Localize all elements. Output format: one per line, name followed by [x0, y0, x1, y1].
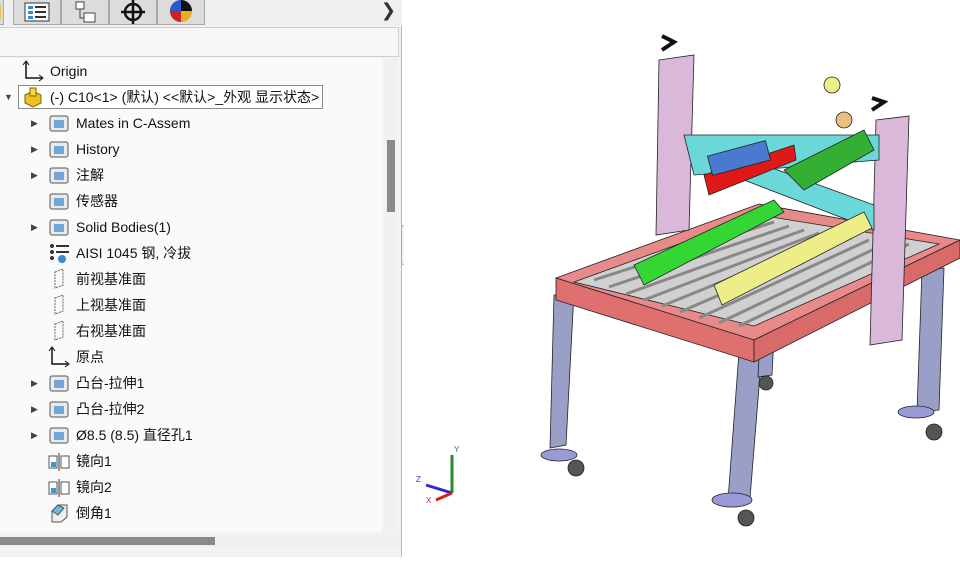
caster: [711, 492, 753, 508]
tree-filter-bar[interactable]: [0, 27, 399, 57]
history-icon: [48, 138, 70, 160]
tree-item-label: 前视基准面: [76, 271, 146, 287]
tree-item-label: History: [76, 141, 120, 157]
leg: [916, 267, 945, 413]
tree-item-label: Ø8.5 (8.5) 直径孔1: [76, 427, 193, 443]
triad-y-label: Y: [454, 445, 460, 454]
tree-item[interactable]: 镜向1: [48, 449, 112, 473]
caster: [540, 448, 578, 462]
plane-icon: [48, 320, 70, 342]
scrollbar-thumb[interactable]: [387, 140, 395, 212]
expand-arrow-icon[interactable]: ▶: [31, 222, 38, 233]
tree-item[interactable]: Origin: [22, 59, 87, 83]
manager-tabs: ❯: [0, 0, 402, 26]
tree-item[interactable]: 右视基准面: [48, 319, 146, 343]
tree-item[interactable]: ▶ Mates in C-Assem: [31, 111, 191, 135]
tree-item[interactable]: AISI 1045 钢, 冷拔: [48, 241, 191, 265]
graphics-viewport[interactable]: Y Z X: [404, 0, 960, 557]
sensors-icon: [48, 190, 70, 212]
solid-bodies-icon: [48, 216, 70, 238]
origin-icon: [22, 60, 44, 82]
expand-arrow-icon[interactable]: ▶: [31, 118, 38, 129]
expand-arrow-icon[interactable]: ▶: [31, 144, 38, 155]
horizontal-scrollbar[interactable]: [0, 535, 399, 547]
tree-item[interactable]: ▶ History: [31, 137, 120, 161]
collapse-arrow-icon[interactable]: ▼: [4, 92, 13, 102]
chamfer-icon: [48, 502, 70, 524]
tree-item[interactable]: 前视基准面: [48, 267, 146, 291]
expand-arrow-icon[interactable]: ▶: [31, 170, 38, 181]
scrollbar-thumb[interactable]: [0, 537, 215, 545]
mirror-icon: [48, 476, 70, 498]
expand-arrow-icon[interactable]: ▶: [31, 430, 38, 441]
crank-handle: [870, 96, 889, 112]
tree-item-label: Origin: [50, 63, 88, 79]
display-manager-icon: [170, 0, 192, 22]
tree-item[interactable]: ▶ 注解: [31, 163, 104, 187]
tree-item-label: Solid Bodies(1): [76, 219, 171, 235]
origin-icon: [48, 346, 70, 368]
tree-item[interactable]: ▶ Solid Bodies(1): [31, 215, 171, 239]
mates-folder-icon: [48, 112, 70, 134]
tree-item[interactable]: ▼ (-) C10<1> (默认) <<默认>_外观 显示状态>: [4, 85, 324, 109]
tree-item-label: 注解: [76, 167, 104, 183]
tree-item-label: 原点: [76, 349, 104, 365]
property-manager-icon: [24, 2, 50, 22]
plane-icon: [48, 268, 70, 290]
tree-item-label: AISI 1045 钢, 冷拔: [76, 245, 192, 261]
tab-configuration-manager[interactable]: [61, 0, 109, 25]
leg: [727, 349, 763, 501]
configuration-manager-icon: [75, 1, 96, 23]
tree-item[interactable]: 镜向2: [48, 475, 112, 499]
tree-item[interactable]: ▶ Ø8.5 (8.5) 直径孔1: [31, 423, 193, 447]
triad-x-label: X: [426, 496, 432, 505]
tree-item-label: 倒角1: [76, 505, 112, 521]
chevron-right-icon[interactable]: ❯: [381, 0, 396, 21]
expand-arrow-icon[interactable]: ▶: [31, 378, 38, 389]
tree-item-label: 凸台-拉伸1: [76, 375, 145, 391]
tab-display-manager[interactable]: [157, 0, 205, 25]
tree-item-label: 传感器: [76, 193, 118, 209]
tree-item[interactable]: 原点: [48, 345, 104, 369]
tree-item[interactable]: 传感器: [48, 189, 118, 213]
annotations-icon: [48, 164, 70, 186]
crank-handle: [660, 34, 678, 52]
tree-item-label: 镜向1: [76, 453, 112, 469]
tree-item-label: 右视基准面: [76, 323, 146, 339]
caster: [897, 405, 935, 419]
vertical-scrollbar[interactable]: [385, 58, 397, 532]
feature-manager-panel: ❯ Origin ▼ (-) C10<1> (默认) <<默认>_外观 显示状态> ▶…: [0, 0, 402, 557]
extrude-icon: [48, 398, 70, 420]
tree-item[interactable]: 倒角1: [48, 501, 112, 525]
material-icon: [48, 242, 70, 264]
hole-wizard-icon: [48, 424, 70, 446]
leg: [549, 291, 575, 449]
expand-arrow-icon[interactable]: ▶: [31, 404, 38, 415]
extrude-icon: [48, 372, 70, 394]
tree-item-label: (-) C10<1> (默认) <<默认>_外观 显示状态>: [50, 89, 320, 105]
feature-manager-icon: [0, 5, 1, 19]
plane-icon: [48, 294, 70, 316]
dimxpert-icon: [121, 0, 145, 24]
view-triad: Y Z X: [416, 445, 460, 505]
tree-item-label: 凸台-拉伸2: [76, 401, 145, 417]
mirror-icon: [48, 450, 70, 472]
tree-item[interactable]: 上视基准面: [48, 293, 146, 317]
tree-item-label: 镜向2: [76, 479, 112, 495]
tree-item-label: 上视基准面: [76, 297, 146, 313]
feature-tree: Origin ▼ (-) C10<1> (默认) <<默认>_外观 显示状态> ▶ Ma…: [0, 58, 382, 532]
tree-item[interactable]: ▶ 凸台-拉伸1: [31, 371, 145, 395]
tab-dimxpert[interactable]: [109, 0, 157, 25]
tree-item-label: Mates in C-Assem: [76, 115, 191, 131]
tree-item[interactable]: ▶ 凸台-拉伸2: [31, 397, 145, 421]
triad-z-label: Z: [416, 475, 421, 484]
conveyor-assembly-model[interactable]: Y Z X: [404, 0, 960, 557]
tab-feature-manager[interactable]: [0, 0, 4, 25]
part-icon: [22, 86, 44, 108]
tab-property-manager[interactable]: [13, 0, 61, 25]
